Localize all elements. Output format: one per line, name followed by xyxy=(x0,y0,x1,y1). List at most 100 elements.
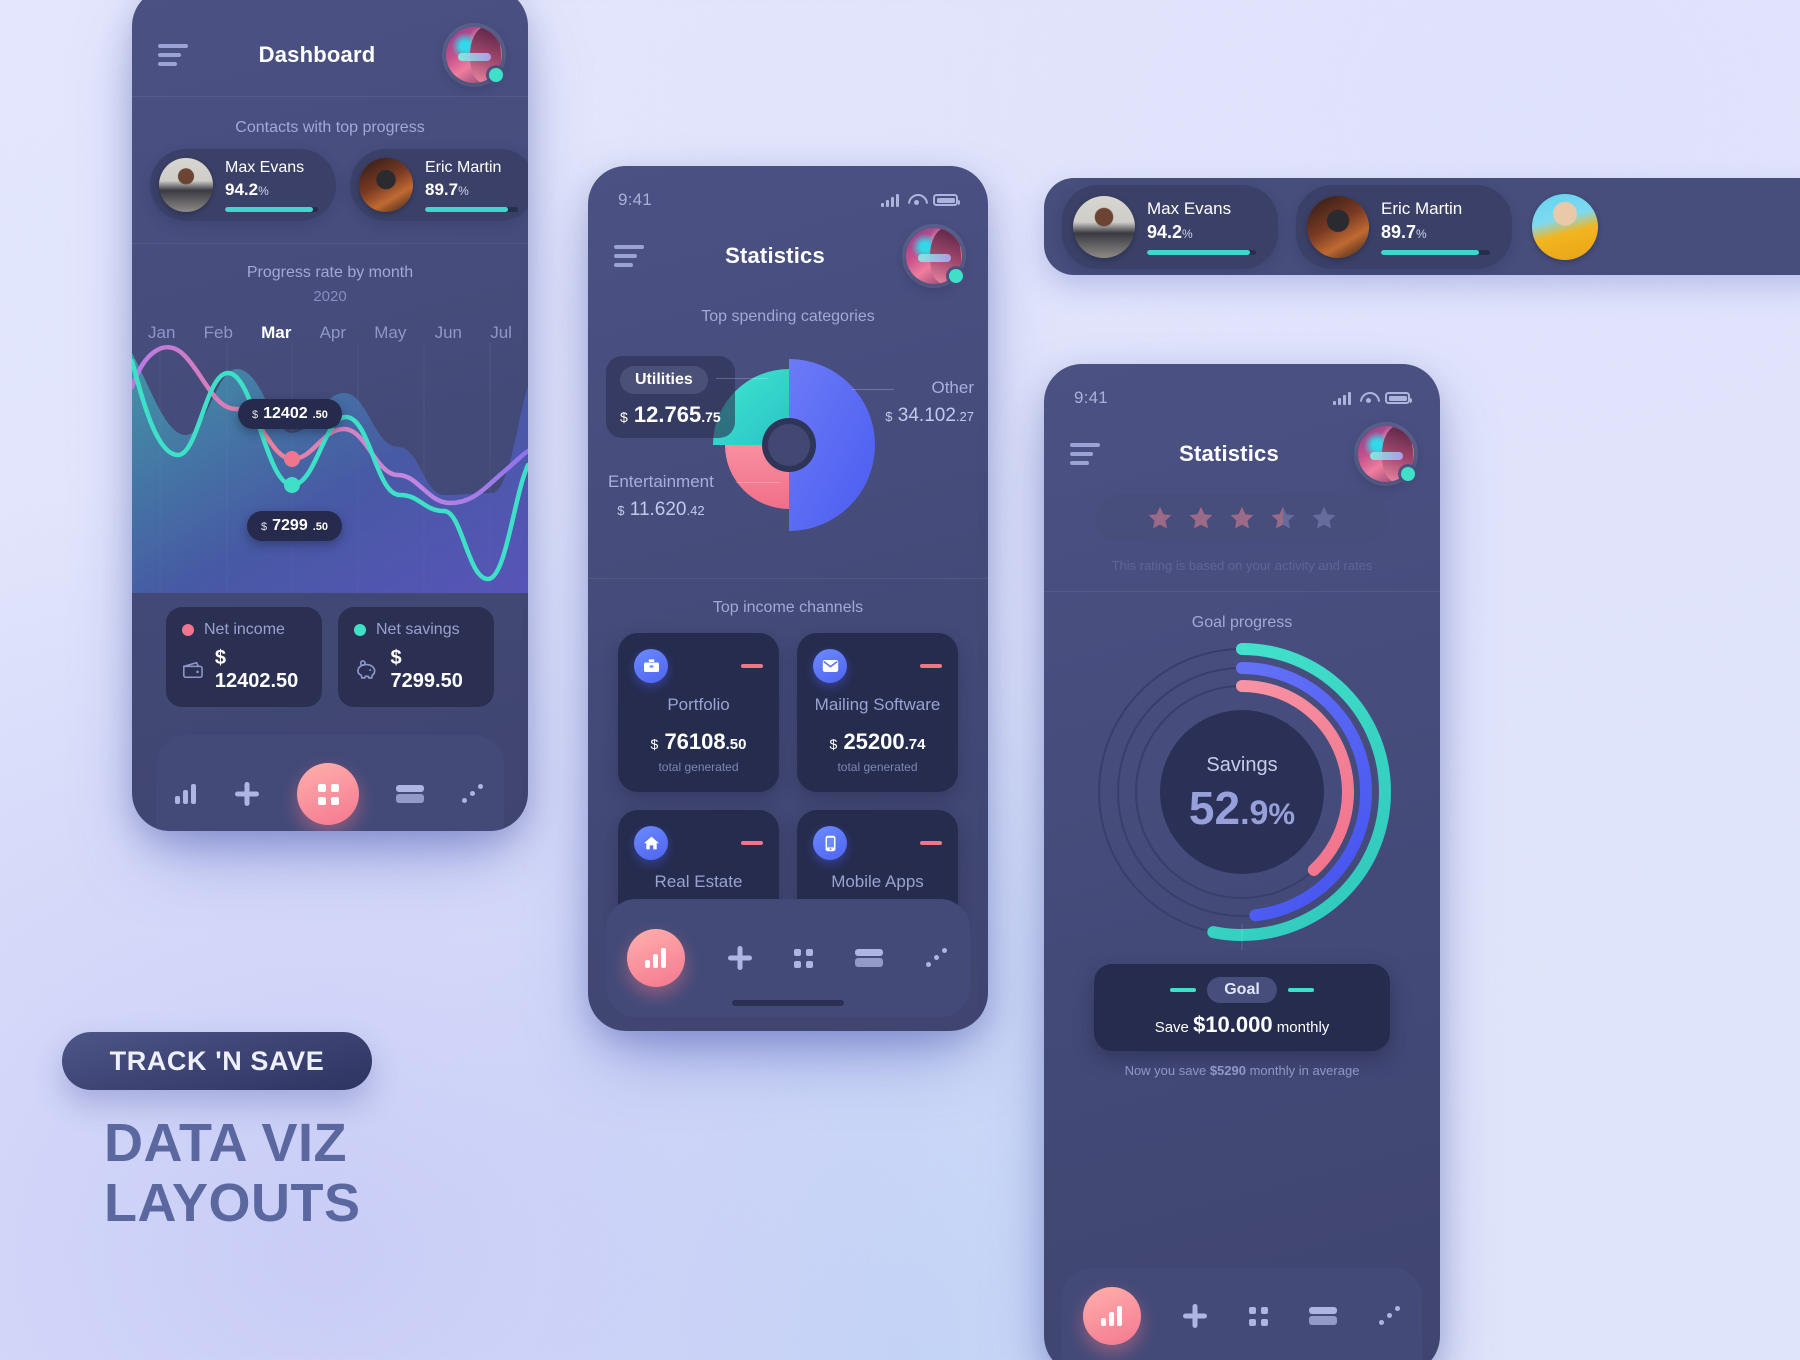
promo-badge: TRACK 'N SAVE xyxy=(62,1032,372,1090)
contact-avatar[interactable] xyxy=(1532,193,1598,260)
more-icon[interactable] xyxy=(925,947,949,969)
month-label[interactable]: May xyxy=(374,323,406,343)
signal-icon xyxy=(1333,391,1351,405)
progress-line-chart: $12402 .50 $7299 .50 xyxy=(132,343,528,593)
month-label-active[interactable]: Mar xyxy=(261,323,291,343)
goal-chip[interactable]: Goal Save $10.000 monthly xyxy=(1094,964,1390,1051)
contact-percent: 89.7 xyxy=(425,179,459,199)
contact-percent: 89.7 xyxy=(1381,221,1417,242)
category-label: Other xyxy=(931,378,974,397)
tooltip-decimal: .50 xyxy=(312,521,329,533)
star-icon-filled[interactable] xyxy=(1229,505,1255,531)
currency-symbol: $ xyxy=(261,521,268,533)
category-value: 34.102 xyxy=(897,405,956,426)
online-status-dot xyxy=(1400,467,1415,481)
promo-title: DATA VIZ LAYOUTS xyxy=(104,1113,624,1234)
utilities-callout[interactable]: Utilities $ 12.765.75 xyxy=(606,356,735,438)
entertainment-callout[interactable]: Entertainment $ 11.620.42 xyxy=(608,472,714,521)
net-income-card[interactable]: Net income $ 12402.50 xyxy=(166,607,322,707)
bar-chart-icon[interactable] xyxy=(174,784,197,804)
grid-fab-button[interactable] xyxy=(296,763,359,825)
contact-avatar xyxy=(1073,195,1135,258)
category-label: Utilities xyxy=(635,371,693,388)
card-icon[interactable] xyxy=(1308,1307,1337,1325)
channel-card-portfolio[interactable]: Portfolio $ 76108.50 total generated xyxy=(618,633,779,793)
month-label[interactable]: Feb xyxy=(204,323,233,343)
grid-icon[interactable] xyxy=(794,948,814,968)
chart-year: 2020 xyxy=(313,288,347,305)
star-icon-empty[interactable] xyxy=(1311,505,1337,531)
currency-symbol: $ xyxy=(620,409,628,425)
battery-icon xyxy=(1385,392,1412,404)
month-label[interactable]: Jul xyxy=(490,323,512,343)
trend-dash-icon xyxy=(920,841,942,846)
contacts-list[interactable]: Max Evans 94.2% Eric Martin 89.7% xyxy=(132,149,528,221)
user-avatar[interactable] xyxy=(905,228,963,284)
goal-connector-line xyxy=(1241,924,1243,950)
contacts-strip[interactable]: Max Evans 94.2% Eric Martin 89.7% xyxy=(1044,178,1800,275)
contact-card[interactable]: Max Evans 94.2% xyxy=(1062,184,1278,269)
currency-symbol: $ xyxy=(252,409,259,421)
income-channel-grid: Portfolio $ 76108.50 total generated Mai… xyxy=(588,623,988,931)
month-label[interactable]: Jan xyxy=(148,323,175,343)
linechart-heading: Progress rate by month 2020 xyxy=(132,244,528,309)
currency-symbol: $ xyxy=(829,736,838,753)
bottom-nav[interactable] xyxy=(156,735,504,831)
plus-icon[interactable] xyxy=(1182,1303,1208,1329)
contact-card[interactable]: Eric Martin 89.7% xyxy=(350,149,528,221)
spending-title: Top spending categories xyxy=(701,308,875,325)
month-axis[interactable]: Jan Feb Mar Apr May Jun Jul xyxy=(132,323,528,343)
star-icon-half[interactable] xyxy=(1270,505,1296,531)
other-callout[interactable]: Other $ 34.102.27 xyxy=(885,378,974,427)
grid-icon[interactable] xyxy=(1248,1306,1268,1326)
channel-card-mailing[interactable]: Mailing Software $ 25200.74 total genera… xyxy=(797,633,958,793)
more-icon[interactable] xyxy=(461,783,485,805)
card-icon[interactable] xyxy=(396,785,425,803)
trend-dash-icon xyxy=(741,664,763,668)
channel-sub: total generated xyxy=(658,760,739,775)
plus-icon[interactable] xyxy=(727,945,753,971)
plus-icon[interactable] xyxy=(234,781,260,807)
contact-name: Max Evans xyxy=(1147,198,1232,218)
hamburger-menu-icon[interactable] xyxy=(1070,443,1100,465)
income-tooltip: $12402 .50 xyxy=(238,399,342,429)
contact-card[interactable]: Max Evans 94.2% xyxy=(150,149,336,221)
status-time: 9:41 xyxy=(618,190,652,209)
contact-card[interactable]: Eric Martin 89.7% xyxy=(1296,184,1512,269)
bottom-nav[interactable] xyxy=(606,899,970,1017)
percent-unit: % xyxy=(1182,226,1193,241)
contact-name: Max Evans xyxy=(225,158,305,176)
bar-chart-fab-button[interactable] xyxy=(626,929,685,987)
page-title: Statistics xyxy=(725,243,825,268)
rating-note: This rating is based on your activity an… xyxy=(1111,558,1373,573)
month-label[interactable]: Jun xyxy=(435,323,462,343)
contact-progress-track xyxy=(1381,249,1490,255)
bar-chart-fab-button[interactable] xyxy=(1082,1287,1141,1345)
month-label[interactable]: Apr xyxy=(320,323,346,343)
star-icon-filled[interactable] xyxy=(1147,505,1173,531)
piggy-bank-icon xyxy=(357,660,376,679)
currency-symbol: $ xyxy=(885,409,893,424)
contact-progress-track xyxy=(425,206,518,212)
legend-value: $ 12402.50 xyxy=(214,647,299,692)
goal-amount: $10.000 xyxy=(1193,1012,1273,1037)
hamburger-menu-icon[interactable] xyxy=(158,44,188,66)
category-decimal: .27 xyxy=(955,409,974,424)
more-icon[interactable] xyxy=(1378,1305,1402,1327)
channel-sub: total generated xyxy=(837,760,918,775)
bottom-nav[interactable] xyxy=(1062,1268,1422,1360)
hamburger-menu-icon[interactable] xyxy=(614,245,644,267)
card-icon[interactable] xyxy=(855,949,884,967)
net-savings-card[interactable]: Net savings $ 7299.50 xyxy=(338,607,494,707)
star-icon-filled[interactable] xyxy=(1188,505,1214,531)
user-avatar[interactable] xyxy=(1357,426,1415,482)
battery-icon xyxy=(933,194,960,206)
contacts-section: Contacts with top progress xyxy=(132,97,528,149)
home-icon xyxy=(634,826,668,861)
status-time: 9:41 xyxy=(1074,388,1108,407)
rating-stars[interactable] xyxy=(1096,494,1388,542)
contact-name: Eric Martin xyxy=(1381,198,1463,218)
channel-name: Portfolio xyxy=(667,695,730,714)
user-avatar[interactable] xyxy=(446,27,503,83)
callout-leader-line xyxy=(852,389,894,390)
